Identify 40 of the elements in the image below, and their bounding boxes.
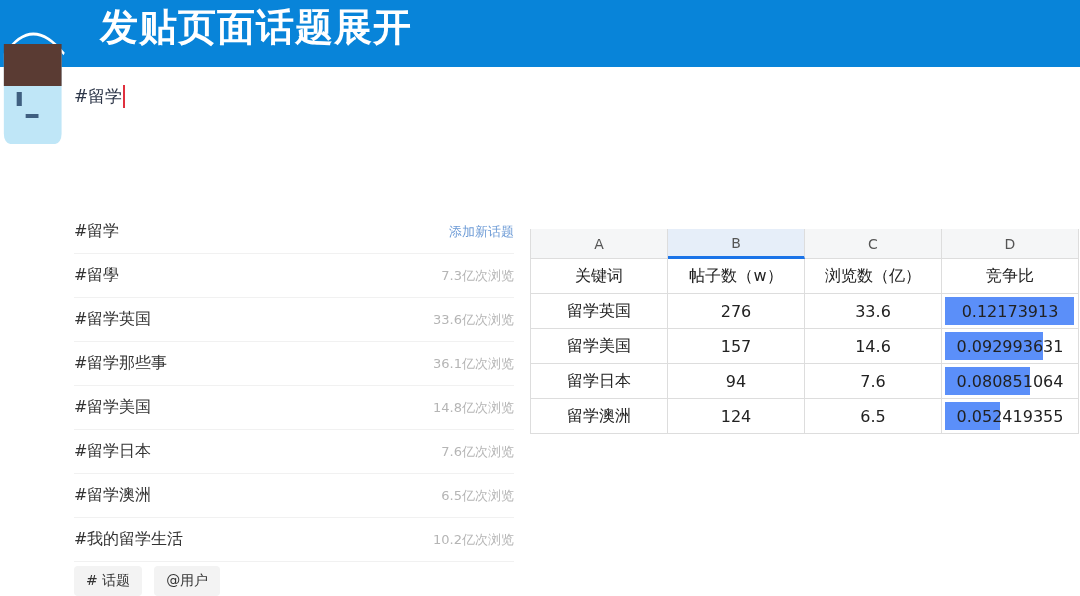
- view-count: 7.6亿次浏览: [441, 442, 514, 461]
- view-count: 7.3亿次浏览: [441, 266, 514, 285]
- table-cell: 7.6: [805, 364, 942, 399]
- table-cell: 276: [668, 294, 805, 329]
- topic-name[interactable]: #留学英国: [74, 309, 152, 330]
- topic-name[interactable]: #留学澳洲: [74, 485, 152, 506]
- table-cell: 竞争比: [942, 259, 1079, 294]
- table-cell: 留学澳洲: [531, 399, 668, 434]
- column-header[interactable]: C: [805, 229, 942, 259]
- table-cell: 124: [668, 399, 805, 434]
- view-count: 10.2亿次浏览: [433, 530, 514, 549]
- column-header[interactable]: D: [942, 229, 1079, 259]
- column-header[interactable]: A: [531, 229, 668, 259]
- insert-button[interactable]: @用户: [154, 566, 221, 596]
- topic-name[interactable]: #留學: [74, 265, 120, 286]
- topic-name[interactable]: #留学美国: [74, 397, 152, 418]
- topic-name[interactable]: #留学日本: [74, 441, 152, 462]
- table-cell: 留学英国: [531, 294, 668, 329]
- column-header[interactable]: B: [668, 229, 805, 259]
- view-count: 14.8亿次浏览: [433, 398, 514, 417]
- table-cell: 浏览数（亿）: [805, 259, 942, 294]
- slide-title: 发贴页面话题展开: [100, 4, 412, 52]
- ratio-value: 0.12173913: [961, 301, 1059, 321]
- table-cell: 94: [668, 364, 805, 399]
- view-count: 36.1亿次浏览: [433, 354, 514, 373]
- topic-name[interactable]: #我的留学生活: [74, 529, 184, 550]
- view-count: 33.6亿次浏览: [433, 310, 514, 329]
- insert-button[interactable]: # 话题: [74, 566, 143, 596]
- topic-input[interactable]: #留学: [74, 85, 126, 109]
- table-cell: 留学日本: [531, 364, 668, 399]
- topic-name[interactable]: #留学那些事: [74, 353, 168, 374]
- table-cell: 14.6: [805, 329, 942, 364]
- table-cell: 帖子数（w）: [668, 259, 805, 294]
- table-cell: 关键词: [531, 259, 668, 294]
- table-cell: 留学美国: [531, 329, 668, 364]
- topic-query: #留学: [74, 221, 120, 242]
- table-cell: 33.6: [805, 294, 942, 329]
- table-cell: 157: [668, 329, 805, 364]
- table-cell: 6.5: [805, 399, 942, 434]
- view-count: 6.5亿次浏览: [441, 486, 514, 505]
